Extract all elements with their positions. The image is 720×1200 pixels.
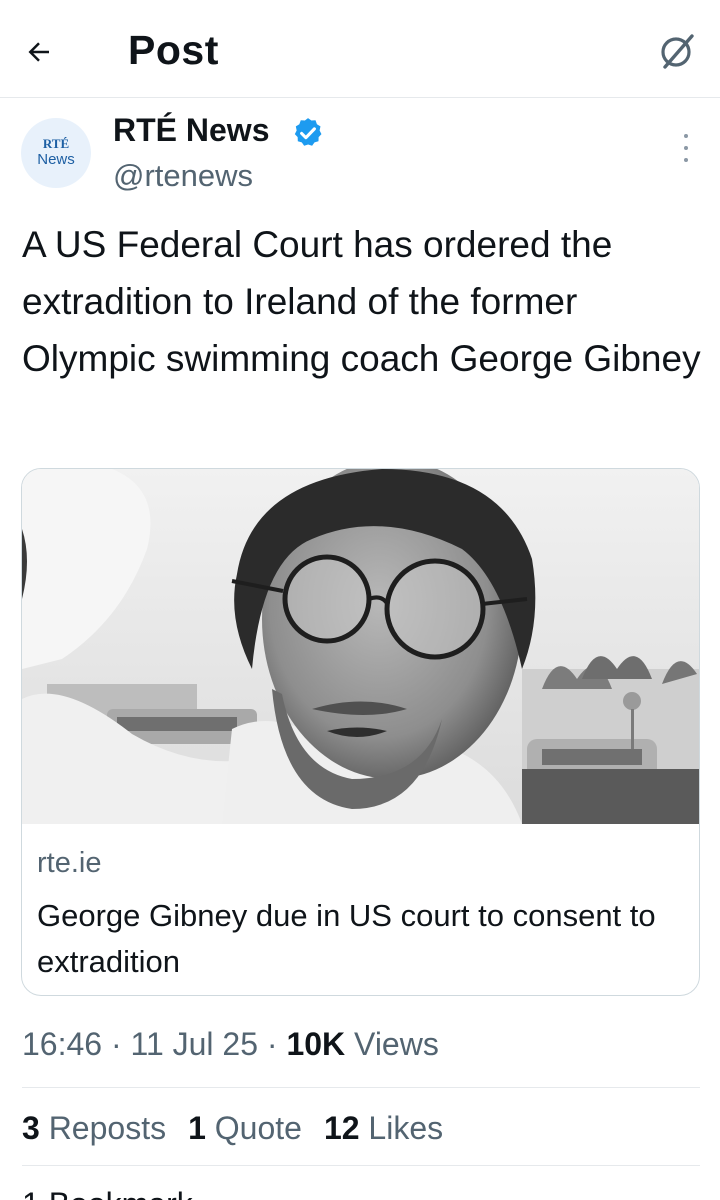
bookmarks-stat[interactable]: 1 Bookmark	[22, 1186, 193, 1200]
quotes-stat[interactable]: 1 Quote	[188, 1110, 302, 1147]
author-name[interactable]: RTÉ News	[113, 112, 269, 149]
views-count: 10K	[286, 1026, 346, 1062]
top-bar: Post	[0, 0, 720, 98]
more-options-button[interactable]	[680, 134, 692, 162]
card-domain: rte.ie	[37, 847, 102, 879]
page-title: Post	[128, 27, 219, 73]
views-label: Views	[354, 1026, 439, 1062]
more-dot	[684, 134, 688, 138]
tweet-text: A US Federal Court has ordered the extra…	[22, 224, 701, 379]
divider	[22, 1087, 700, 1088]
more-dot	[684, 146, 688, 150]
avatar[interactable]: RTÉ News	[21, 118, 91, 188]
post-meta: 16:46 · 11 Jul 25 · 10K Views	[22, 1026, 439, 1063]
author-handle[interactable]: @rtenews	[113, 158, 253, 194]
meta-separator: ·	[110, 1026, 122, 1062]
link-card[interactable]: rte.ie George Gibney due in US court to …	[21, 468, 700, 996]
grok-button[interactable]	[654, 28, 700, 74]
meta-separator: ·	[266, 1026, 278, 1062]
likes-count: 12	[323, 1110, 360, 1146]
back-button[interactable]	[24, 28, 80, 76]
post-time[interactable]: 16:46	[22, 1026, 102, 1062]
arrow-left-icon	[28, 42, 49, 62]
post-date[interactable]: 11 Jul 25	[131, 1026, 259, 1062]
likes-label: Likes	[368, 1110, 444, 1146]
divider	[22, 1165, 700, 1166]
news-photo	[22, 469, 699, 824]
quotes-label: Quote	[214, 1110, 302, 1146]
reposts-stat[interactable]: 3 Reposts	[22, 1110, 166, 1147]
grok-icon	[661, 34, 694, 69]
likes-stat[interactable]: 12 Likes	[324, 1110, 443, 1147]
quotes-count: 1	[188, 1110, 206, 1146]
card-title: George Gibney due in US court to consent…	[37, 898, 656, 979]
avatar-logo-subtext: News	[37, 151, 75, 168]
more-dot	[684, 158, 688, 162]
engagement-stats: 3 Reposts 1 Quote 12 Likes	[22, 1110, 443, 1147]
reposts-label: Reposts	[48, 1110, 167, 1146]
verified-badge-icon	[294, 118, 322, 146]
reposts-count: 3	[22, 1110, 40, 1146]
avatar-logo-text: RTÉ	[42, 136, 70, 151]
